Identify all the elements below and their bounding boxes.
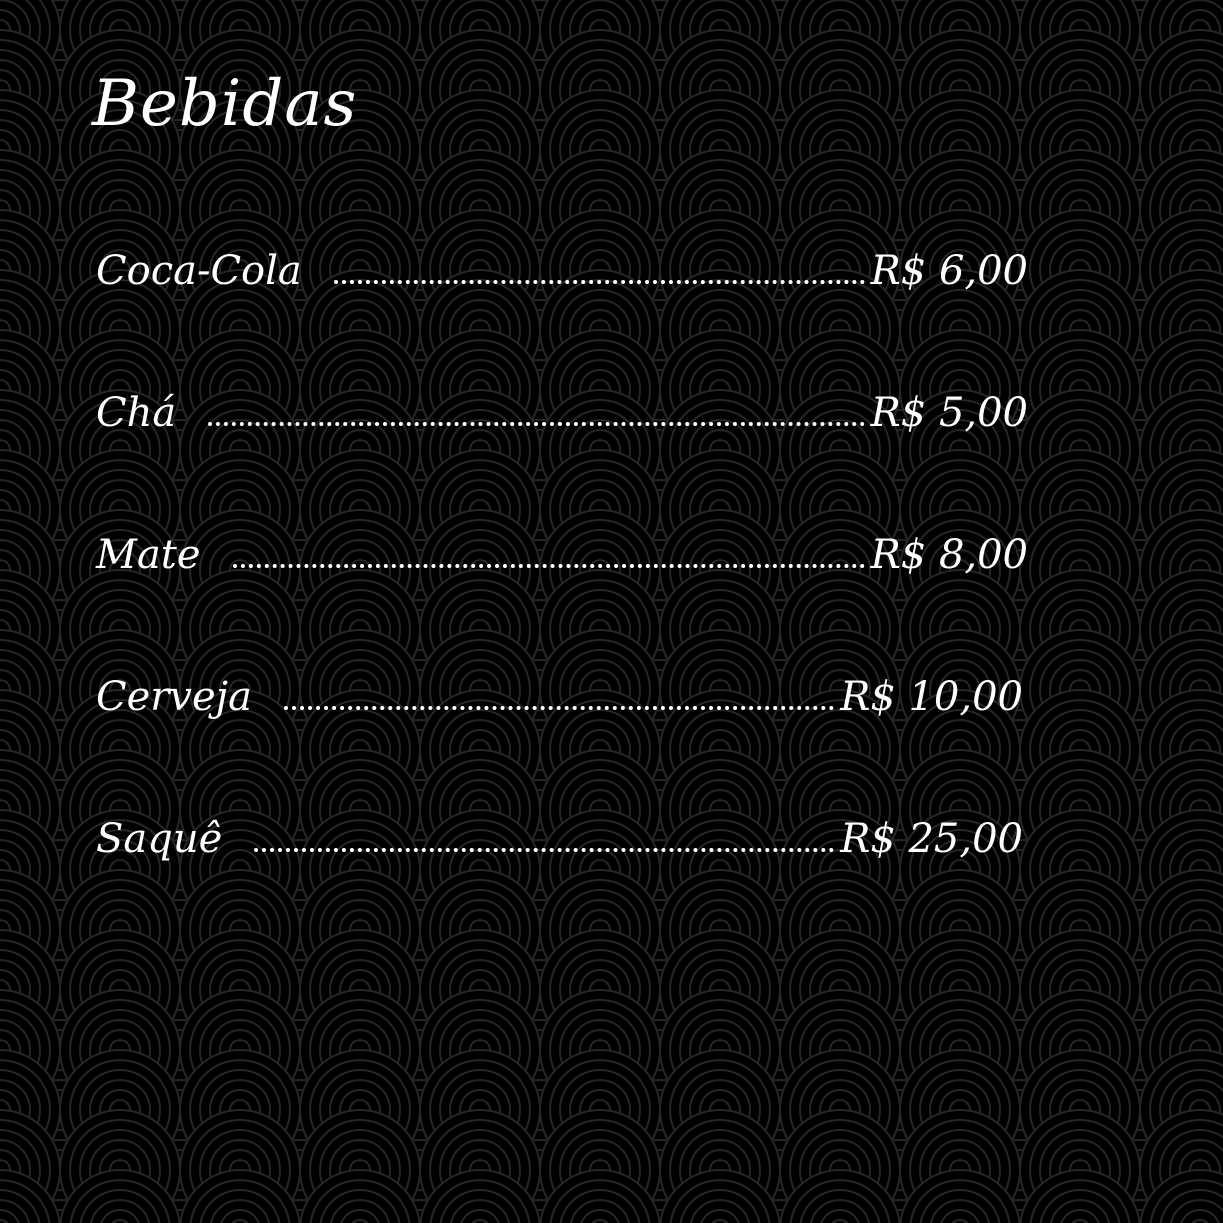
item-price: R$ 25,00 [840,816,1023,862]
menu-title: Bebidas [92,67,358,141]
menu-item: Cerveja R$ 10,00 [96,662,1023,722]
menu-item: Chá R$ 5,00 [96,378,1028,438]
item-name: Saquê [96,816,223,862]
item-name: Mate [96,532,201,578]
seigaiha-wave-pattern [0,0,1223,1223]
menu-card: Bebidas Coca-Cola R$ 6,00 Chá R$ 5,00 Ma… [0,0,1223,1223]
dotted-leader [254,844,835,852]
item-price: R$ 10,00 [840,674,1023,720]
menu-item: Saquê R$ 25,00 [96,804,1023,864]
dotted-leader [208,418,865,426]
item-price: R$ 8,00 [870,532,1028,578]
dotted-leader [333,276,865,284]
item-price: R$ 6,00 [870,248,1028,294]
dotted-leader [283,702,835,710]
dotted-leader [232,560,865,568]
item-name: Cerveja [96,674,252,720]
item-price: R$ 5,00 [870,390,1028,436]
item-name: Chá [96,390,177,436]
menu-item: Coca-Cola R$ 6,00 [96,236,1028,296]
menu-item: Mate R$ 8,00 [96,520,1028,580]
item-name: Coca-Cola [96,248,302,294]
